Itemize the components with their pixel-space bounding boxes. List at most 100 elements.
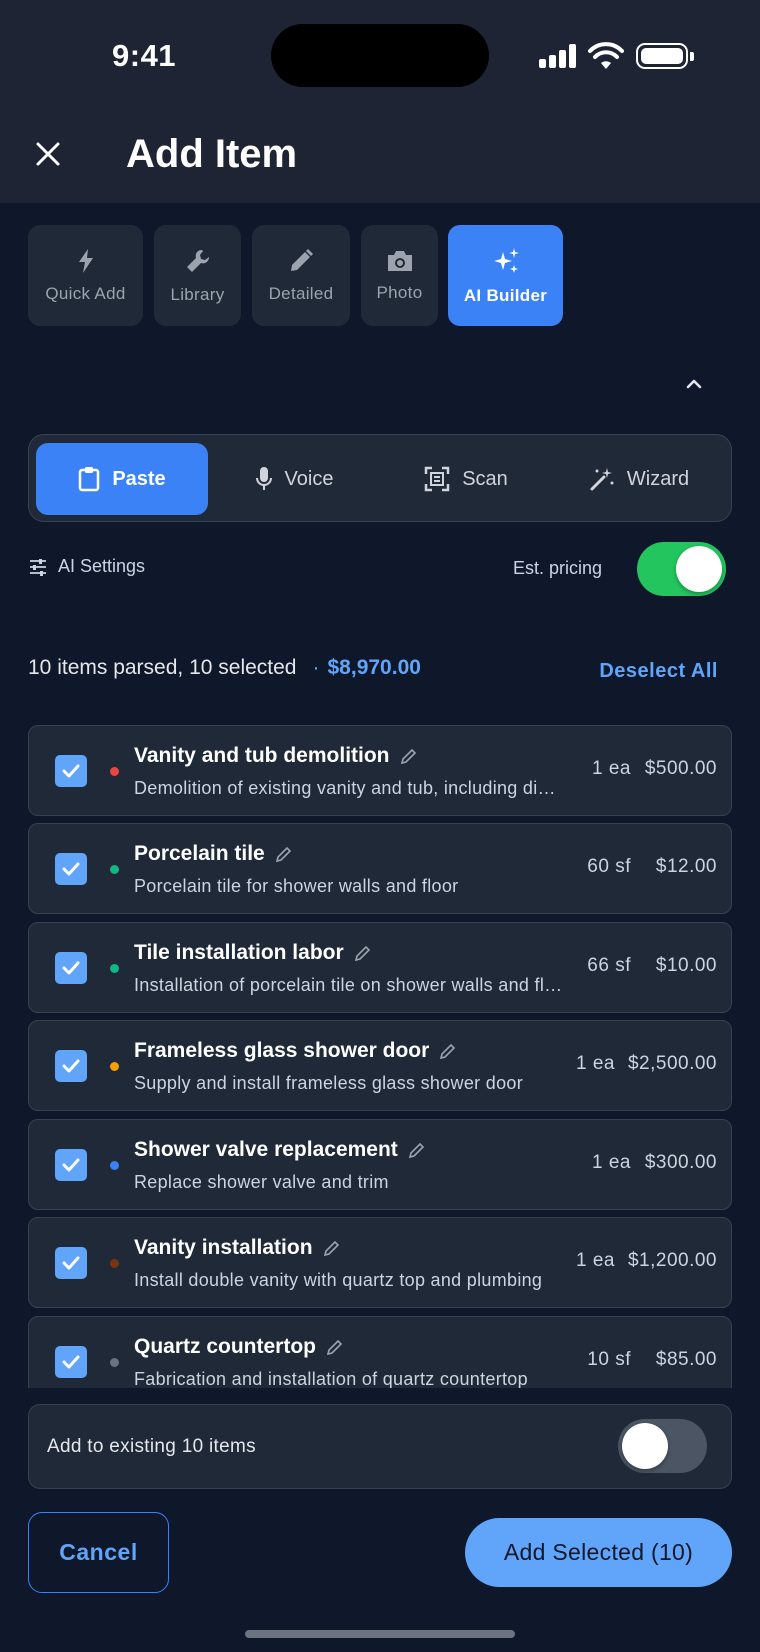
check-icon — [62, 862, 80, 876]
list-item[interactable]: Frameless glass shower door Supply and i… — [28, 1020, 732, 1111]
summary-text: 10 items parsed, 10 selected — [28, 656, 297, 679]
item-description: Demolition of existing vanity and tub, i… — [134, 778, 564, 798]
item-name-text: Frameless glass shower door — [134, 1039, 430, 1062]
item-name: Vanity and tub demolition — [134, 744, 418, 768]
category-dot — [110, 1358, 119, 1367]
item-quantity: 1 ea — [576, 1250, 615, 1271]
tab-library[interactable]: Library — [154, 225, 241, 326]
tab-label: Quick Add — [45, 283, 126, 303]
item-name: Frameless glass shower door — [134, 1039, 457, 1063]
add-to-existing-label: Add to existing 10 items — [47, 1436, 256, 1457]
edit-pencil-icon[interactable] — [408, 1141, 426, 1159]
item-checkbox[interactable] — [55, 1247, 87, 1279]
edit-pencil-icon[interactable] — [275, 845, 293, 863]
est-pricing-label: Est. pricing — [513, 558, 603, 578]
item-quantity: 60 sf — [587, 856, 631, 877]
category-dot — [110, 865, 119, 874]
item-quantity: 1 ea — [592, 1152, 631, 1173]
tab-label: Detailed — [268, 283, 334, 303]
cancel-button[interactable]: Cancel — [28, 1512, 169, 1593]
mode-wizard-button[interactable]: Wizard — [553, 443, 725, 515]
wifi-icon — [588, 42, 624, 69]
est-pricing-toggle[interactable] — [637, 542, 726, 596]
item-description: Replace shower valve and trim — [134, 1172, 389, 1192]
list-item[interactable]: Tile installation labor Installation of … — [28, 922, 732, 1013]
item-price: $10.00 — [655, 955, 717, 976]
item-checkbox[interactable] — [55, 1346, 87, 1378]
chevron-up-icon[interactable] — [682, 372, 706, 396]
mode-scan-button[interactable]: Scan — [381, 443, 551, 515]
item-quantity: 1 ea — [592, 758, 631, 779]
sliders-icon — [30, 558, 46, 576]
item-name-text: Tile installation labor — [134, 941, 344, 964]
list-item[interactable]: Vanity installation Install double vanit… — [28, 1217, 732, 1308]
tab-quick-add[interactable]: Quick Add — [28, 225, 143, 326]
list-item[interactable]: Shower valve replacement Replace shower … — [28, 1119, 732, 1210]
battery-icon — [636, 43, 694, 69]
tab-label: AI Builder — [463, 285, 548, 305]
item-price: $1,200.00 — [627, 1250, 717, 1271]
item-name: Vanity installation — [134, 1236, 341, 1260]
ai-settings-button[interactable]: AI Settings — [28, 556, 145, 577]
sparkles-icon — [493, 247, 519, 273]
list-item[interactable]: Vanity and tub demolition Demolition of … — [28, 725, 732, 816]
magic-wand-icon — [590, 468, 614, 491]
item-price: $300.00 — [644, 1152, 717, 1173]
add-selected-button[interactable]: Add Selected (10) — [465, 1518, 732, 1587]
mode-paste-button[interactable]: Paste — [36, 443, 208, 515]
bolt-icon — [78, 248, 93, 273]
edit-pencil-icon[interactable] — [400, 747, 418, 765]
microphone-icon — [255, 467, 272, 490]
mode-label: Wizard — [626, 467, 690, 490]
item-name: Porcelain tile — [134, 842, 293, 866]
tab-ai-builder[interactable]: AI Builder — [448, 225, 563, 326]
scan-icon — [424, 466, 450, 492]
parsed-items-list[interactable]: Vanity and tub demolition Demolition of … — [0, 720, 760, 1388]
edit-pencil-icon[interactable] — [323, 1239, 341, 1257]
item-checkbox[interactable] — [55, 952, 87, 984]
check-icon — [62, 961, 80, 975]
mode-voice-button[interactable]: Voice — [209, 443, 379, 515]
mode-label: Paste — [112, 467, 166, 490]
item-name: Tile installation labor — [134, 941, 372, 965]
item-name-text: Porcelain tile — [134, 842, 265, 865]
item-price: $2,500.00 — [627, 1053, 717, 1074]
list-item[interactable]: Quartz countertop Fabrication and instal… — [28, 1316, 732, 1388]
home-indicator — [245, 1630, 515, 1638]
list-item[interactable]: Porcelain tile Porcelain tile for shower… — [28, 823, 732, 914]
check-icon — [62, 1059, 80, 1073]
item-description: Porcelain tile for shower walls and floo… — [134, 876, 459, 896]
edit-pencil-icon[interactable] — [439, 1042, 457, 1060]
add-to-existing-row: Add to existing 10 items — [28, 1404, 732, 1489]
tab-photo[interactable]: Photo — [361, 225, 438, 326]
item-checkbox[interactable] — [55, 1149, 87, 1181]
item-price: $500.00 — [644, 758, 717, 779]
item-description: Fabrication and installation of quartz c… — [134, 1369, 528, 1388]
item-name: Shower valve replacement — [134, 1138, 426, 1162]
check-icon — [62, 764, 80, 778]
item-name-text: Shower valve replacement — [134, 1138, 398, 1161]
edit-pencil-icon[interactable] — [326, 1338, 344, 1356]
edit-pencil-icon[interactable] — [354, 944, 372, 962]
check-icon — [62, 1256, 80, 1270]
item-quantity: 10 sf — [587, 1349, 631, 1370]
item-price: $85.00 — [655, 1349, 717, 1370]
header-bar: 9:41 Add Item — [0, 0, 760, 203]
clipboard-icon — [79, 467, 100, 492]
item-checkbox[interactable] — [55, 755, 87, 787]
page-title: Add Item — [126, 132, 298, 176]
pencil-icon — [291, 248, 313, 271]
summary-total: $8,970.00 — [327, 656, 421, 679]
category-dot — [110, 1161, 119, 1170]
deselect-all-button[interactable]: Deselect All — [599, 660, 718, 683]
wrench-icon — [186, 249, 209, 272]
item-checkbox[interactable] — [55, 853, 87, 885]
add-to-existing-toggle[interactable] — [618, 1419, 707, 1473]
item-checkbox[interactable] — [55, 1050, 87, 1082]
input-mode-segmented-control: Paste Voice Scan Wizard — [28, 434, 732, 522]
item-quantity: 66 sf — [587, 955, 631, 976]
category-dot — [110, 964, 119, 973]
tab-detailed[interactable]: Detailed — [252, 225, 350, 326]
close-button[interactable] — [28, 134, 68, 174]
item-name-text: Quartz countertop — [134, 1335, 316, 1358]
